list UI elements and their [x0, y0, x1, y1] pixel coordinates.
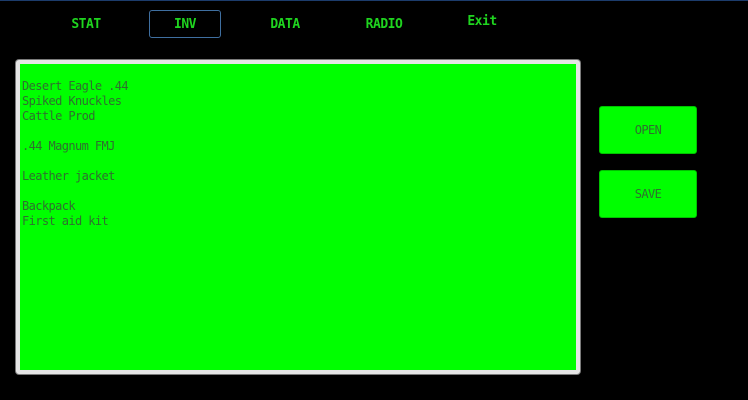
inventory-text-area[interactable]: Desert Eagle .44 Spiked Knuckles Cattle … [16, 60, 580, 374]
tab-exit[interactable]: Exit [446, 7, 518, 35]
tab-data[interactable]: DATA [249, 10, 321, 38]
save-button[interactable]: SAVE [599, 170, 697, 218]
tab-inv[interactable]: INV [149, 10, 221, 38]
open-button[interactable]: OPEN [599, 106, 697, 154]
top-divider [0, 0, 748, 1]
tab-stat[interactable]: STAT [50, 10, 122, 38]
tab-radio[interactable]: RADIO [348, 10, 420, 38]
